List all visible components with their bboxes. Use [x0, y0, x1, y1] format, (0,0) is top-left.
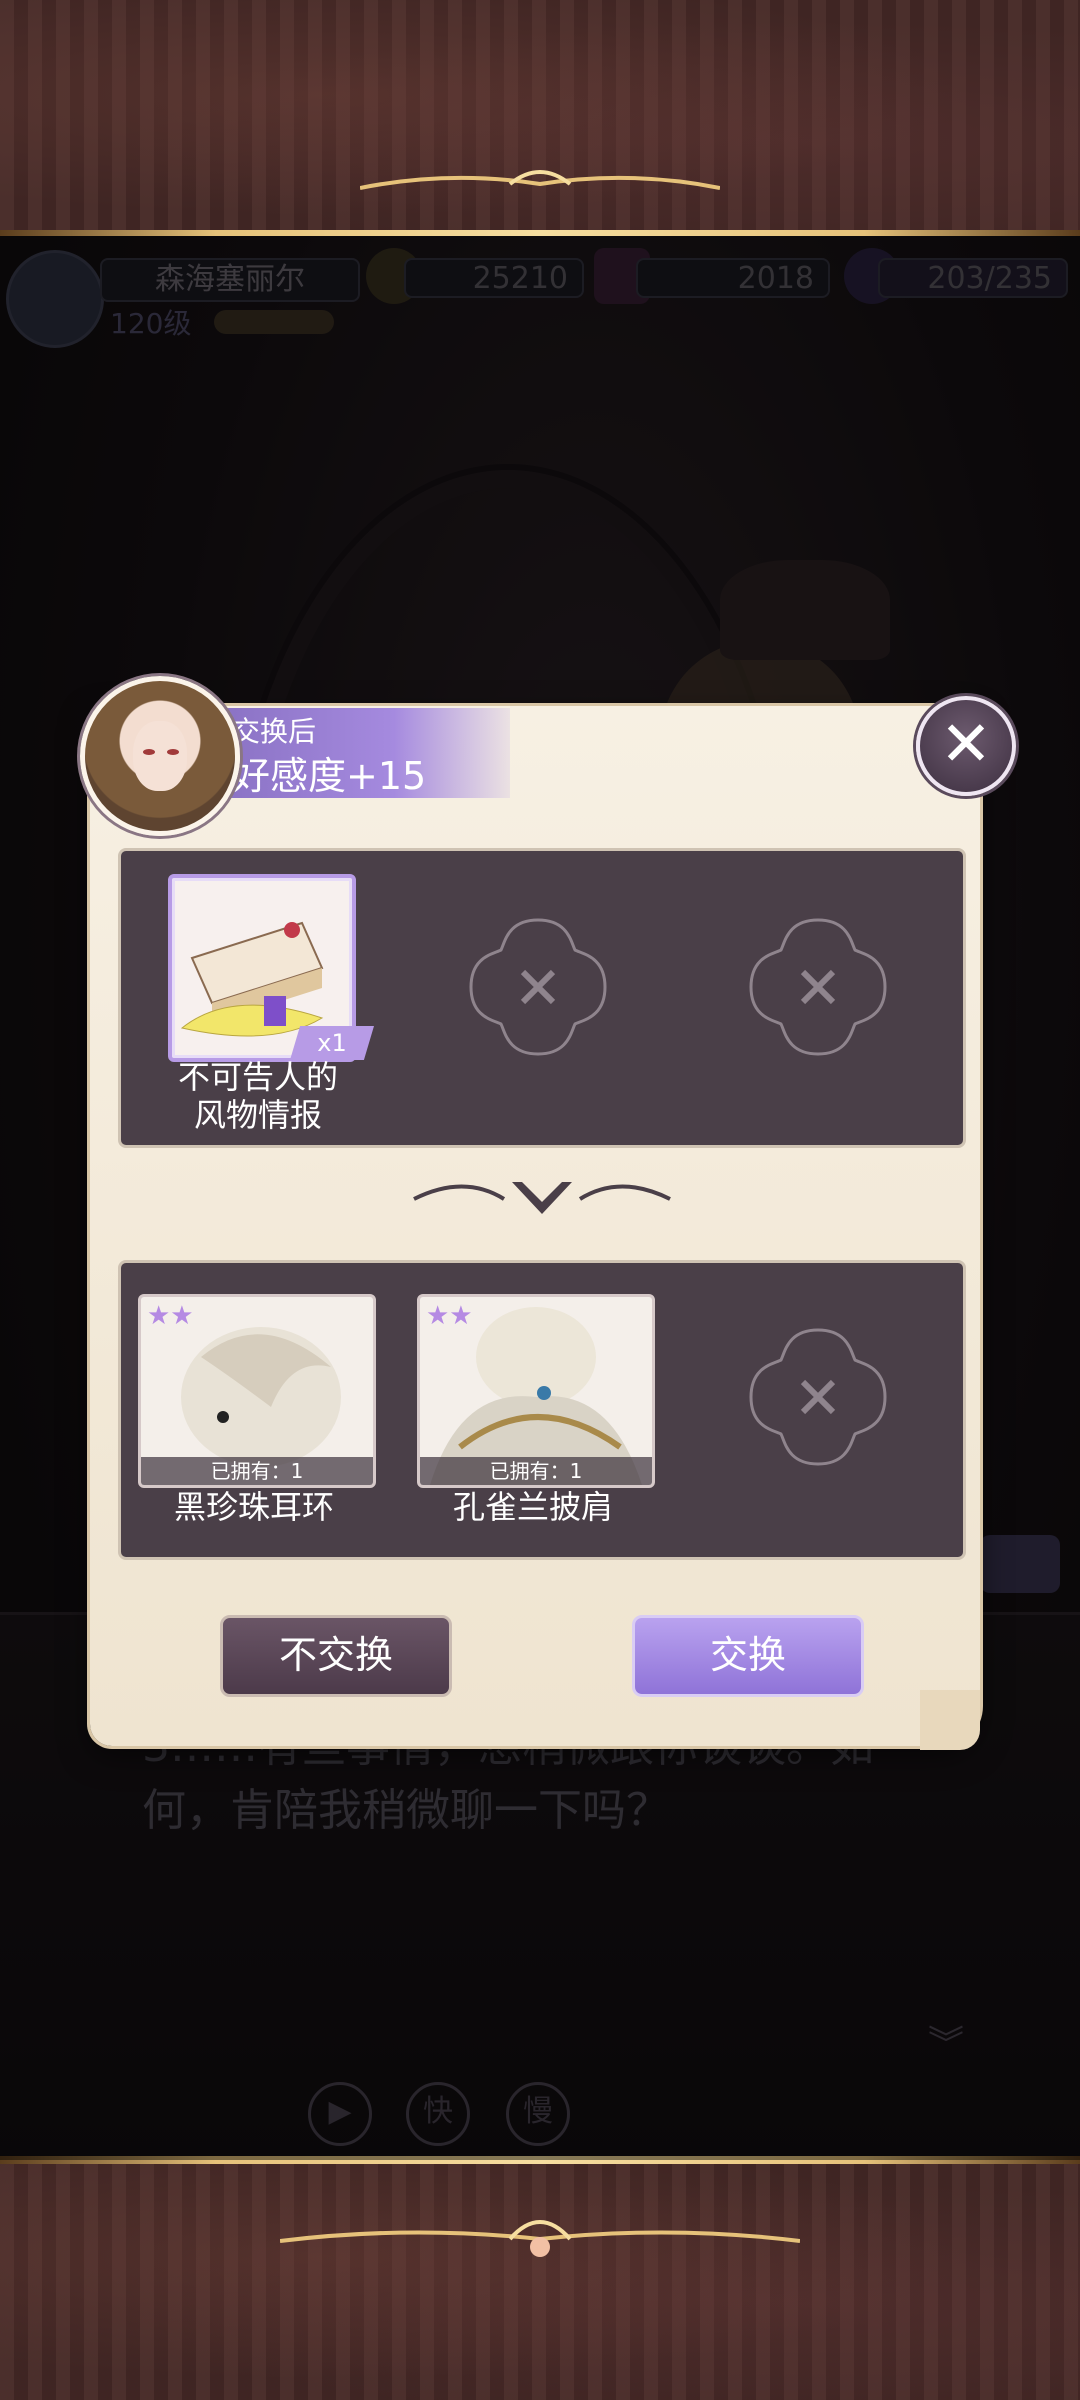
exchange-arrow-icon [413, 1182, 671, 1214]
rarity-stars: ★★ [426, 1301, 473, 1331]
bottom-frame [0, 2160, 1080, 2400]
affection-bonus: 好感度+15 [232, 754, 427, 798]
empty-slot-icon[interactable] [463, 912, 613, 1062]
parchment-curl [920, 1690, 980, 1750]
bottom-ornament-icon [280, 2220, 800, 2257]
owned-count: 已拥有：1 [420, 1457, 652, 1485]
decline-button[interactable]: 不交换 [220, 1615, 452, 1697]
top-frame [0, 0, 1080, 236]
close-button[interactable]: ✕ [916, 696, 1016, 796]
rarity-stars: ★★ [147, 1301, 194, 1331]
reward-card[interactable]: ★★ 已拥有：1 [417, 1294, 655, 1488]
gift-item-card[interactable]: x1 [168, 874, 374, 1062]
empty-slot-icon[interactable] [743, 912, 893, 1062]
reward-name: 孔雀兰披肩 [452, 1488, 613, 1526]
gift-item-name: 不可告人的 风物情报 [177, 1058, 338, 1134]
quantity-tag: x1 [290, 1026, 374, 1060]
accept-exchange-button[interactable]: 交换 [632, 1615, 864, 1697]
avatar-face [133, 721, 187, 791]
character-avatar [80, 676, 240, 836]
avatar-eye [143, 749, 155, 755]
avatar-eye [167, 749, 179, 755]
reward-card[interactable]: ★★ 已拥有：1 [138, 1294, 376, 1488]
top-ornament-icon [360, 170, 720, 190]
reward-name: 黑珍珠耳环 [173, 1488, 334, 1526]
owned-count: 已拥有：1 [141, 1457, 373, 1485]
banner-subtitle: 交换后 [232, 715, 317, 748]
empty-slot-icon[interactable] [743, 1322, 893, 1472]
